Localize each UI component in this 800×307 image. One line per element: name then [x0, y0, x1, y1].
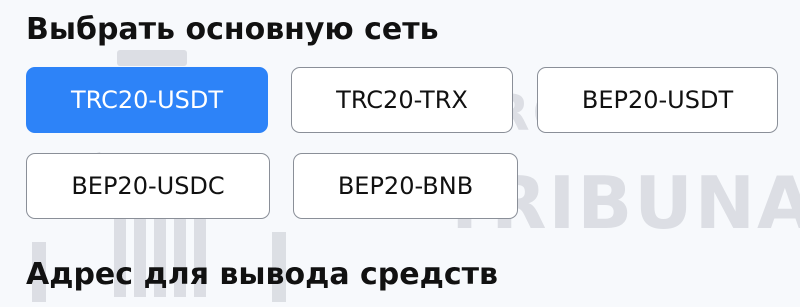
network-option-bep20-bnb[interactable]: BEP20-BNB [293, 153, 518, 219]
network-section-title: Выбрать основную сеть [26, 12, 439, 47]
network-option-trc20-usdt[interactable]: TRC20-USDT [26, 67, 268, 133]
network-option-bep20-usdc[interactable]: BEP20-USDC [26, 153, 270, 219]
network-option-trc20-trx[interactable]: TRC20-TRX [291, 67, 513, 133]
network-option-bep20-usdt[interactable]: BEP20-USDT [537, 67, 778, 133]
address-section-title: Адрес для вывода средств [26, 257, 499, 292]
withdrawal-network-panel: BROKER TRIBUNAL Выбрать основную сеть TR… [0, 0, 800, 307]
